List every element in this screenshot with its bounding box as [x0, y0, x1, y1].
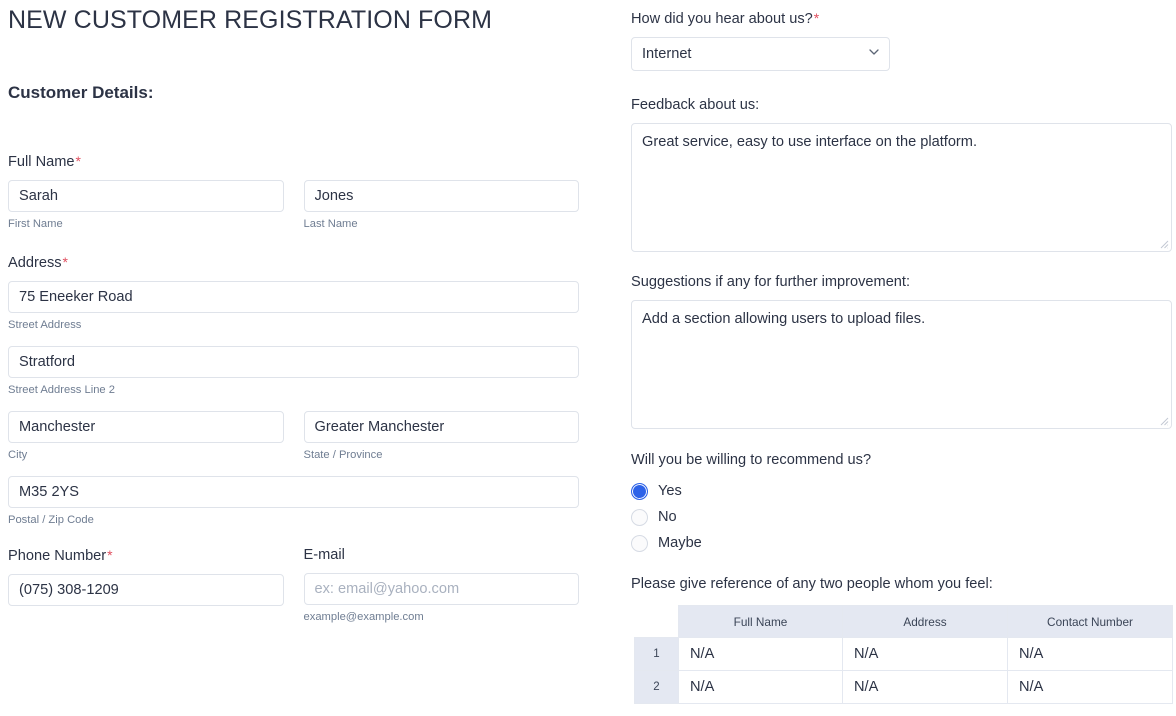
- phone-number-input[interactable]: [8, 574, 284, 606]
- radio-option-yes[interactable]: Yes: [631, 478, 1172, 504]
- field-group-references: Please give reference of any two people …: [631, 574, 1173, 704]
- label-email: E-mail: [303, 547, 345, 563]
- field-group-recommend: Will you be willing to recommend us? Yes…: [631, 450, 1172, 556]
- feedback-textarea[interactable]: Great service, easy to use interface on …: [631, 123, 1172, 252]
- required-asterisk: *: [813, 10, 820, 26]
- sublabel-last-name: Last Name: [303, 218, 358, 230]
- field-group-email: E-mail example@example.com: [303, 545, 579, 624]
- table-header-full-name: Full Name: [678, 605, 843, 638]
- email-input[interactable]: [303, 573, 579, 605]
- radio-indicator-yes[interactable]: [631, 482, 648, 500]
- label-recommend: Will you be willing to recommend us?: [631, 452, 872, 468]
- radio-label-no: No: [658, 509, 677, 525]
- table-header-address: Address: [842, 605, 1008, 638]
- table-row-index: 1: [634, 637, 679, 671]
- state-province-input[interactable]: [303, 411, 579, 443]
- field-group-phone-email: Phone Number* E-mail example@example.com: [8, 545, 579, 624]
- radio-indicator-no[interactable]: [631, 508, 648, 526]
- street-address-line2-input[interactable]: [8, 346, 579, 378]
- recommend-radio-group: Yes No Maybe: [631, 478, 1172, 556]
- radio-indicator-maybe[interactable]: [631, 534, 648, 552]
- required-asterisk: *: [75, 153, 81, 169]
- hear-about-us-select[interactable]: Internet: [631, 37, 890, 71]
- label-suggestions: Suggestions if any for further improveme…: [631, 274, 911, 290]
- label-hear-about-us: How did you hear about us?*: [631, 8, 1172, 29]
- sublabel-city: City: [8, 449, 28, 461]
- radio-option-no[interactable]: No: [631, 504, 1172, 530]
- sublabel-first-name: First Name: [8, 218, 63, 230]
- label-full-name-text: Full Name: [8, 154, 75, 170]
- section-heading-customer-details: Customer Details:: [8, 83, 154, 102]
- suggestions-textarea[interactable]: Add a section allowing users to upload f…: [631, 300, 1172, 429]
- radio-option-maybe[interactable]: Maybe: [631, 530, 1172, 556]
- table-row: 1 N/A N/A N/A: [634, 637, 1173, 671]
- table-row-index: 2: [634, 670, 679, 704]
- city-input[interactable]: [8, 411, 284, 443]
- required-asterisk: *: [107, 547, 113, 563]
- left-column: NEW CUSTOMER REGISTRATION FORM Customer …: [8, 0, 579, 624]
- registration-form-page: NEW CUSTOMER REGISTRATION FORM Customer …: [0, 0, 1176, 716]
- postal-zip-input[interactable]: [8, 476, 579, 508]
- table-cell-full-name[interactable]: N/A: [678, 670, 843, 704]
- page-title: NEW CUSTOMER REGISTRATION FORM: [8, 6, 493, 34]
- field-group-phone: Phone Number*: [8, 545, 284, 624]
- table-row: 2 N/A N/A N/A: [634, 670, 1173, 704]
- label-references: Please give reference of any two people …: [631, 576, 993, 592]
- field-group-suggestions: Suggestions if any for further improveme…: [631, 272, 1172, 429]
- table-header-contact-number: Contact Number: [1007, 605, 1173, 638]
- table-cell-address[interactable]: N/A: [842, 670, 1008, 704]
- sublabel-email: example@example.com: [303, 611, 424, 623]
- sublabel-postal-zip: Postal / Zip Code: [8, 514, 94, 526]
- last-name-input[interactable]: [303, 180, 579, 212]
- label-feedback: Feedback about us:: [631, 97, 760, 113]
- label-phone-number: Phone Number*: [8, 545, 284, 566]
- right-column: How did you hear about us?* Internet Fee…: [631, 0, 1173, 704]
- field-group-feedback: Feedback about us: Great service, easy t…: [631, 95, 1172, 252]
- sublabel-street-address: Street Address: [8, 319, 82, 331]
- table-cell-contact-number[interactable]: N/A: [1007, 670, 1173, 704]
- required-asterisk: *: [62, 254, 68, 270]
- table-cell-full-name[interactable]: N/A: [678, 637, 843, 671]
- label-address-text: Address: [8, 255, 62, 271]
- radio-label-maybe: Maybe: [658, 535, 702, 551]
- table-cell-contact-number[interactable]: N/A: [1007, 637, 1173, 671]
- table-header-row: Full Name Address Contact Number: [634, 605, 1173, 638]
- field-group-full-name: Full Name* First Name Last Name: [8, 151, 579, 231]
- label-hear-about-us-text: How did you hear about us?: [631, 11, 813, 27]
- references-table: Full Name Address Contact Number 1 N/A N…: [634, 605, 1173, 704]
- radio-label-yes: Yes: [658, 483, 682, 499]
- field-group-hear-about-us: How did you hear about us?* Internet: [631, 8, 1172, 71]
- field-group-address: Address* Street Address Street Address L…: [8, 252, 579, 527]
- table-corner-cell: [634, 605, 679, 638]
- first-name-input[interactable]: [8, 180, 284, 212]
- label-full-name: Full Name*: [8, 151, 579, 172]
- street-address-input[interactable]: [8, 281, 579, 313]
- table-cell-address[interactable]: N/A: [842, 637, 1008, 671]
- label-phone-number-text: Phone Number: [8, 548, 107, 564]
- label-address: Address*: [8, 252, 579, 273]
- sublabel-street-address-line2: Street Address Line 2: [8, 384, 115, 396]
- sublabel-state-province: State / Province: [303, 449, 383, 461]
